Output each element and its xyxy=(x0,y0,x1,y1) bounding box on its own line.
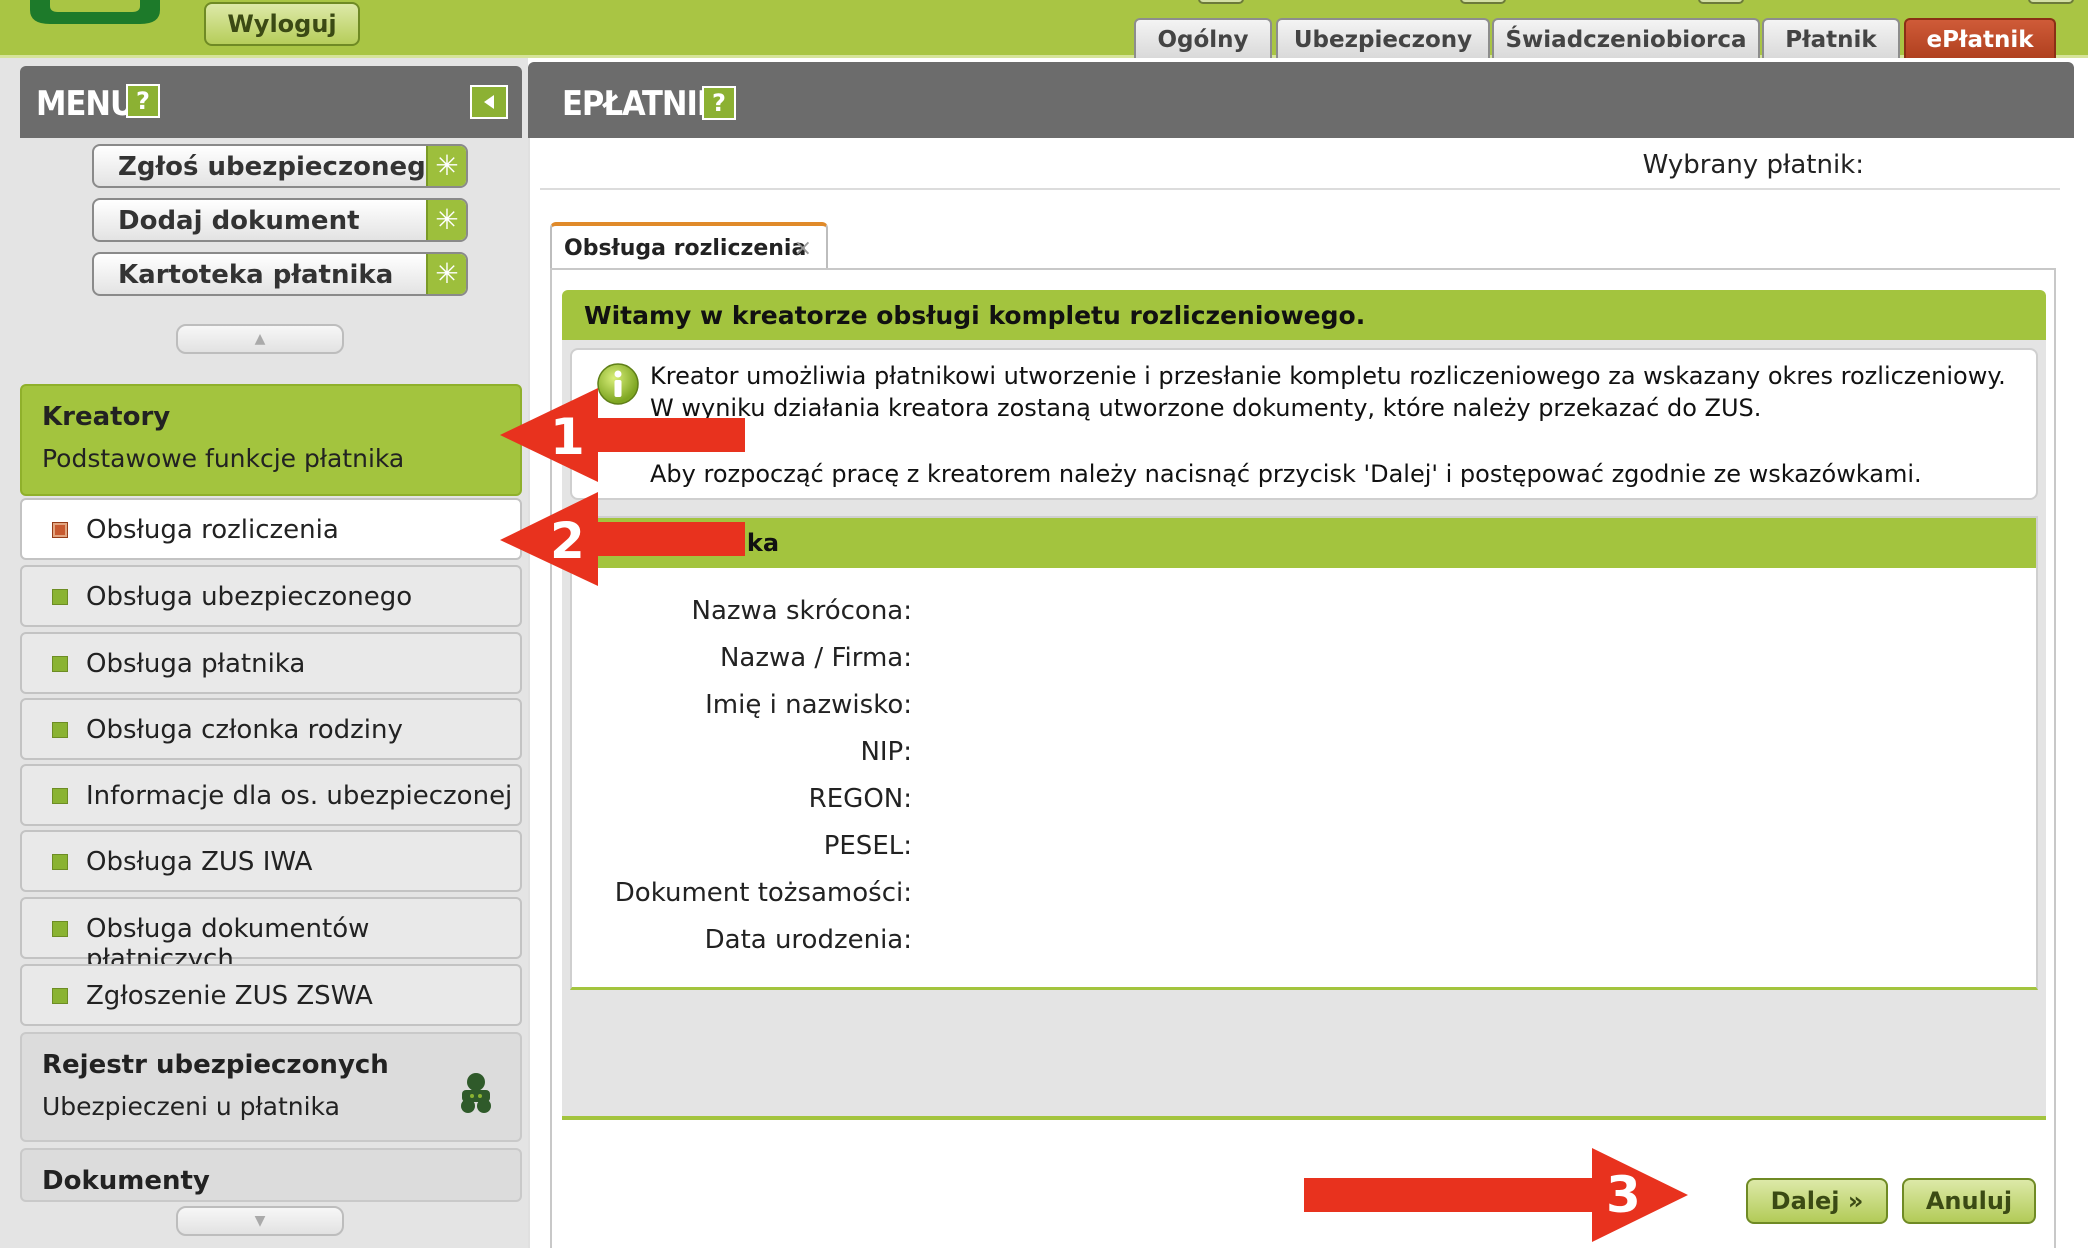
scroll-up-icon[interactable]: ▲ xyxy=(176,324,344,354)
page-title: EPŁATNIK xyxy=(562,84,721,124)
report-insured-button[interactable]: Zgłoś ubezpieczonego ✳ xyxy=(92,144,468,188)
menu-help-button[interactable]: ? xyxy=(126,84,160,118)
info-text-line: Aby rozpocząć pracę z kreatorem należy n… xyxy=(650,460,1922,488)
bullet-icon xyxy=(52,522,68,538)
content-header: EPŁATNIK ? xyxy=(528,62,2074,138)
bullet-icon xyxy=(52,656,68,672)
wizard-panel: Kreator umożliwia płatnikowi utworzenie … xyxy=(562,340,2046,1120)
menu-item-label: Obsługa członka rodziny xyxy=(86,715,403,745)
next-button[interactable]: Dalej » xyxy=(1746,1178,1888,1224)
welcome-heading: Witamy w kreatorze obsługi kompletu rozl… xyxy=(584,301,1366,330)
menu-item-zus-iwa[interactable]: Obsługa ZUS IWA xyxy=(20,830,522,892)
content-help-button[interactable]: ? xyxy=(702,86,736,120)
bullet-icon xyxy=(52,722,68,738)
field-label: Dokument tożsamości: xyxy=(614,878,912,908)
quick-action-label: Zgłoś ubezpieczonego xyxy=(118,152,444,182)
menu-item-label: Informacje dla os. ubezpieczonej xyxy=(86,781,513,811)
menu-title: MENU xyxy=(36,84,135,124)
menu-item-label: Obsługa płatnika xyxy=(86,649,306,679)
field-label: Nazwa / Firma: xyxy=(719,643,912,673)
menu-item-label: Zgłoszenie ZUS ZSWA xyxy=(86,981,373,1011)
tab-obsluga-rozliczenia[interactable]: Obsługa rozliczenia × xyxy=(550,222,828,270)
menu-item-obsluga-czlonka-rodziny[interactable]: Obsługa członka rodziny xyxy=(20,698,522,760)
payer-data-header: Dane płatnika xyxy=(572,518,2036,568)
section-subtitle: Ubezpieczeni u płatnika xyxy=(42,1092,340,1121)
bullet-icon xyxy=(52,854,68,870)
info-box: Kreator umożliwia płatnikowi utworzenie … xyxy=(570,348,2038,500)
content-area: Wybrany płatnik: Obsługa rozliczenia × W… xyxy=(528,138,2074,1248)
menu-item-obsluga-ubezpieczonego[interactable]: Obsługa ubezpieczonego xyxy=(20,565,522,627)
sparkle-icon: ✳ xyxy=(426,200,466,240)
field-label: NIP: xyxy=(860,737,912,767)
payer-data-box: Dane płatnika Nazwa skrócona: Nazwa / Fi… xyxy=(570,516,2038,990)
bullet-icon xyxy=(52,788,68,804)
quick-action-label: Kartoteka płatnika xyxy=(118,260,394,290)
scroll-down-icon[interactable]: ▼ xyxy=(176,1206,344,1236)
sparkle-icon: ✳ xyxy=(426,254,466,294)
tab-ubezpieczony[interactable]: Ubezpieczony xyxy=(1276,18,1490,58)
menu-item-label: Obsługa ubezpieczonego xyxy=(86,582,413,612)
info-icon xyxy=(597,363,639,405)
section-rejestr[interactable]: Rejestr ubezpieczonych Ubezpieczeni u pł… xyxy=(20,1032,522,1142)
field-label: Nazwa skrócona: xyxy=(691,596,913,626)
menu-panel: MENU ? Zgłoś ubezpieczonego ✳ Dodaj doku… xyxy=(0,58,528,1248)
tab-platnik[interactable]: Płatnik xyxy=(1762,18,1900,58)
field-label: PESEL: xyxy=(823,831,912,861)
doc-tab-label: Obsługa rozliczenia xyxy=(564,236,807,261)
menu-item-obsluga-rozliczenia[interactable]: Obsługa rozliczenia xyxy=(20,498,522,560)
field-label: REGON: xyxy=(808,784,912,814)
payer-file-button[interactable]: Kartoteka płatnika ✳ xyxy=(92,252,468,296)
menu-item-obsluga-platnika[interactable]: Obsługa płatnika xyxy=(20,632,522,694)
top-bar: Wyloguj Ogólny Ubezpieczony Świadczeniob… xyxy=(0,0,2088,58)
menu-item-label: Obsługa ZUS IWA xyxy=(86,847,313,877)
section-kreatory[interactable]: Kreatory Podstawowe funkcje płatnika xyxy=(20,384,522,496)
info-text-line: W wyniku działania kreatora zostaną utwo… xyxy=(650,394,1762,422)
cancel-button[interactable]: Anuluj xyxy=(1902,1178,2036,1224)
zus-logo xyxy=(30,0,160,24)
menu-item-dokumenty-platnicze[interactable]: Obsługa dokumentów płatniczych xyxy=(20,897,522,974)
bullet-icon xyxy=(52,921,68,937)
tab-ogolny[interactable]: Ogólny xyxy=(1134,18,1272,58)
close-icon[interactable]: × xyxy=(794,236,812,261)
collapse-menu-icon[interactable] xyxy=(470,85,508,119)
selected-payer-label: Wybrany płatnik: xyxy=(1642,150,1864,180)
menu-item-informacje[interactable]: Informacje dla os. ubezpieczonej xyxy=(20,764,522,826)
logout-button[interactable]: Wyloguj xyxy=(204,2,360,46)
section-title: Dokumenty xyxy=(42,1166,210,1196)
people-icon xyxy=(461,1073,491,1113)
welcome-bar: Witamy w kreatorze obsługi kompletu rozl… xyxy=(562,290,2046,340)
wizard-body: Witamy w kreatorze obsługi kompletu rozl… xyxy=(550,268,2056,1248)
tab-eplatnik[interactable]: ePłatnik xyxy=(1904,18,2056,58)
section-subtitle: Podstawowe funkcje płatnika xyxy=(42,444,405,473)
sparkle-icon: ✳ xyxy=(426,146,466,186)
section-dokumenty[interactable]: Dokumenty xyxy=(20,1148,522,1202)
field-label: Data urodzenia: xyxy=(704,925,912,955)
bullet-icon xyxy=(52,589,68,605)
payer-data-title: Dane płatnika xyxy=(590,529,780,557)
add-document-button[interactable]: Dodaj dokument ✳ xyxy=(92,198,468,242)
quick-action-label: Dodaj dokument xyxy=(118,206,360,236)
bullet-icon xyxy=(52,988,68,1004)
tab-swiadczeniobiorca[interactable]: Świadczeniobiorca xyxy=(1492,18,1760,58)
info-text-line: Kreator umożliwia płatnikowi utworzenie … xyxy=(650,362,2006,390)
menu-item-zus-zswa[interactable]: Zgłoszenie ZUS ZSWA xyxy=(20,964,522,1026)
menu-header: MENU ? xyxy=(20,66,522,138)
field-label: Imię i nazwisko: xyxy=(705,690,912,720)
section-title: Rejestr ubezpieczonych xyxy=(42,1050,389,1080)
divider xyxy=(540,188,2060,190)
section-title: Kreatory xyxy=(42,402,171,432)
menu-item-label: Obsługa rozliczenia xyxy=(86,515,339,545)
